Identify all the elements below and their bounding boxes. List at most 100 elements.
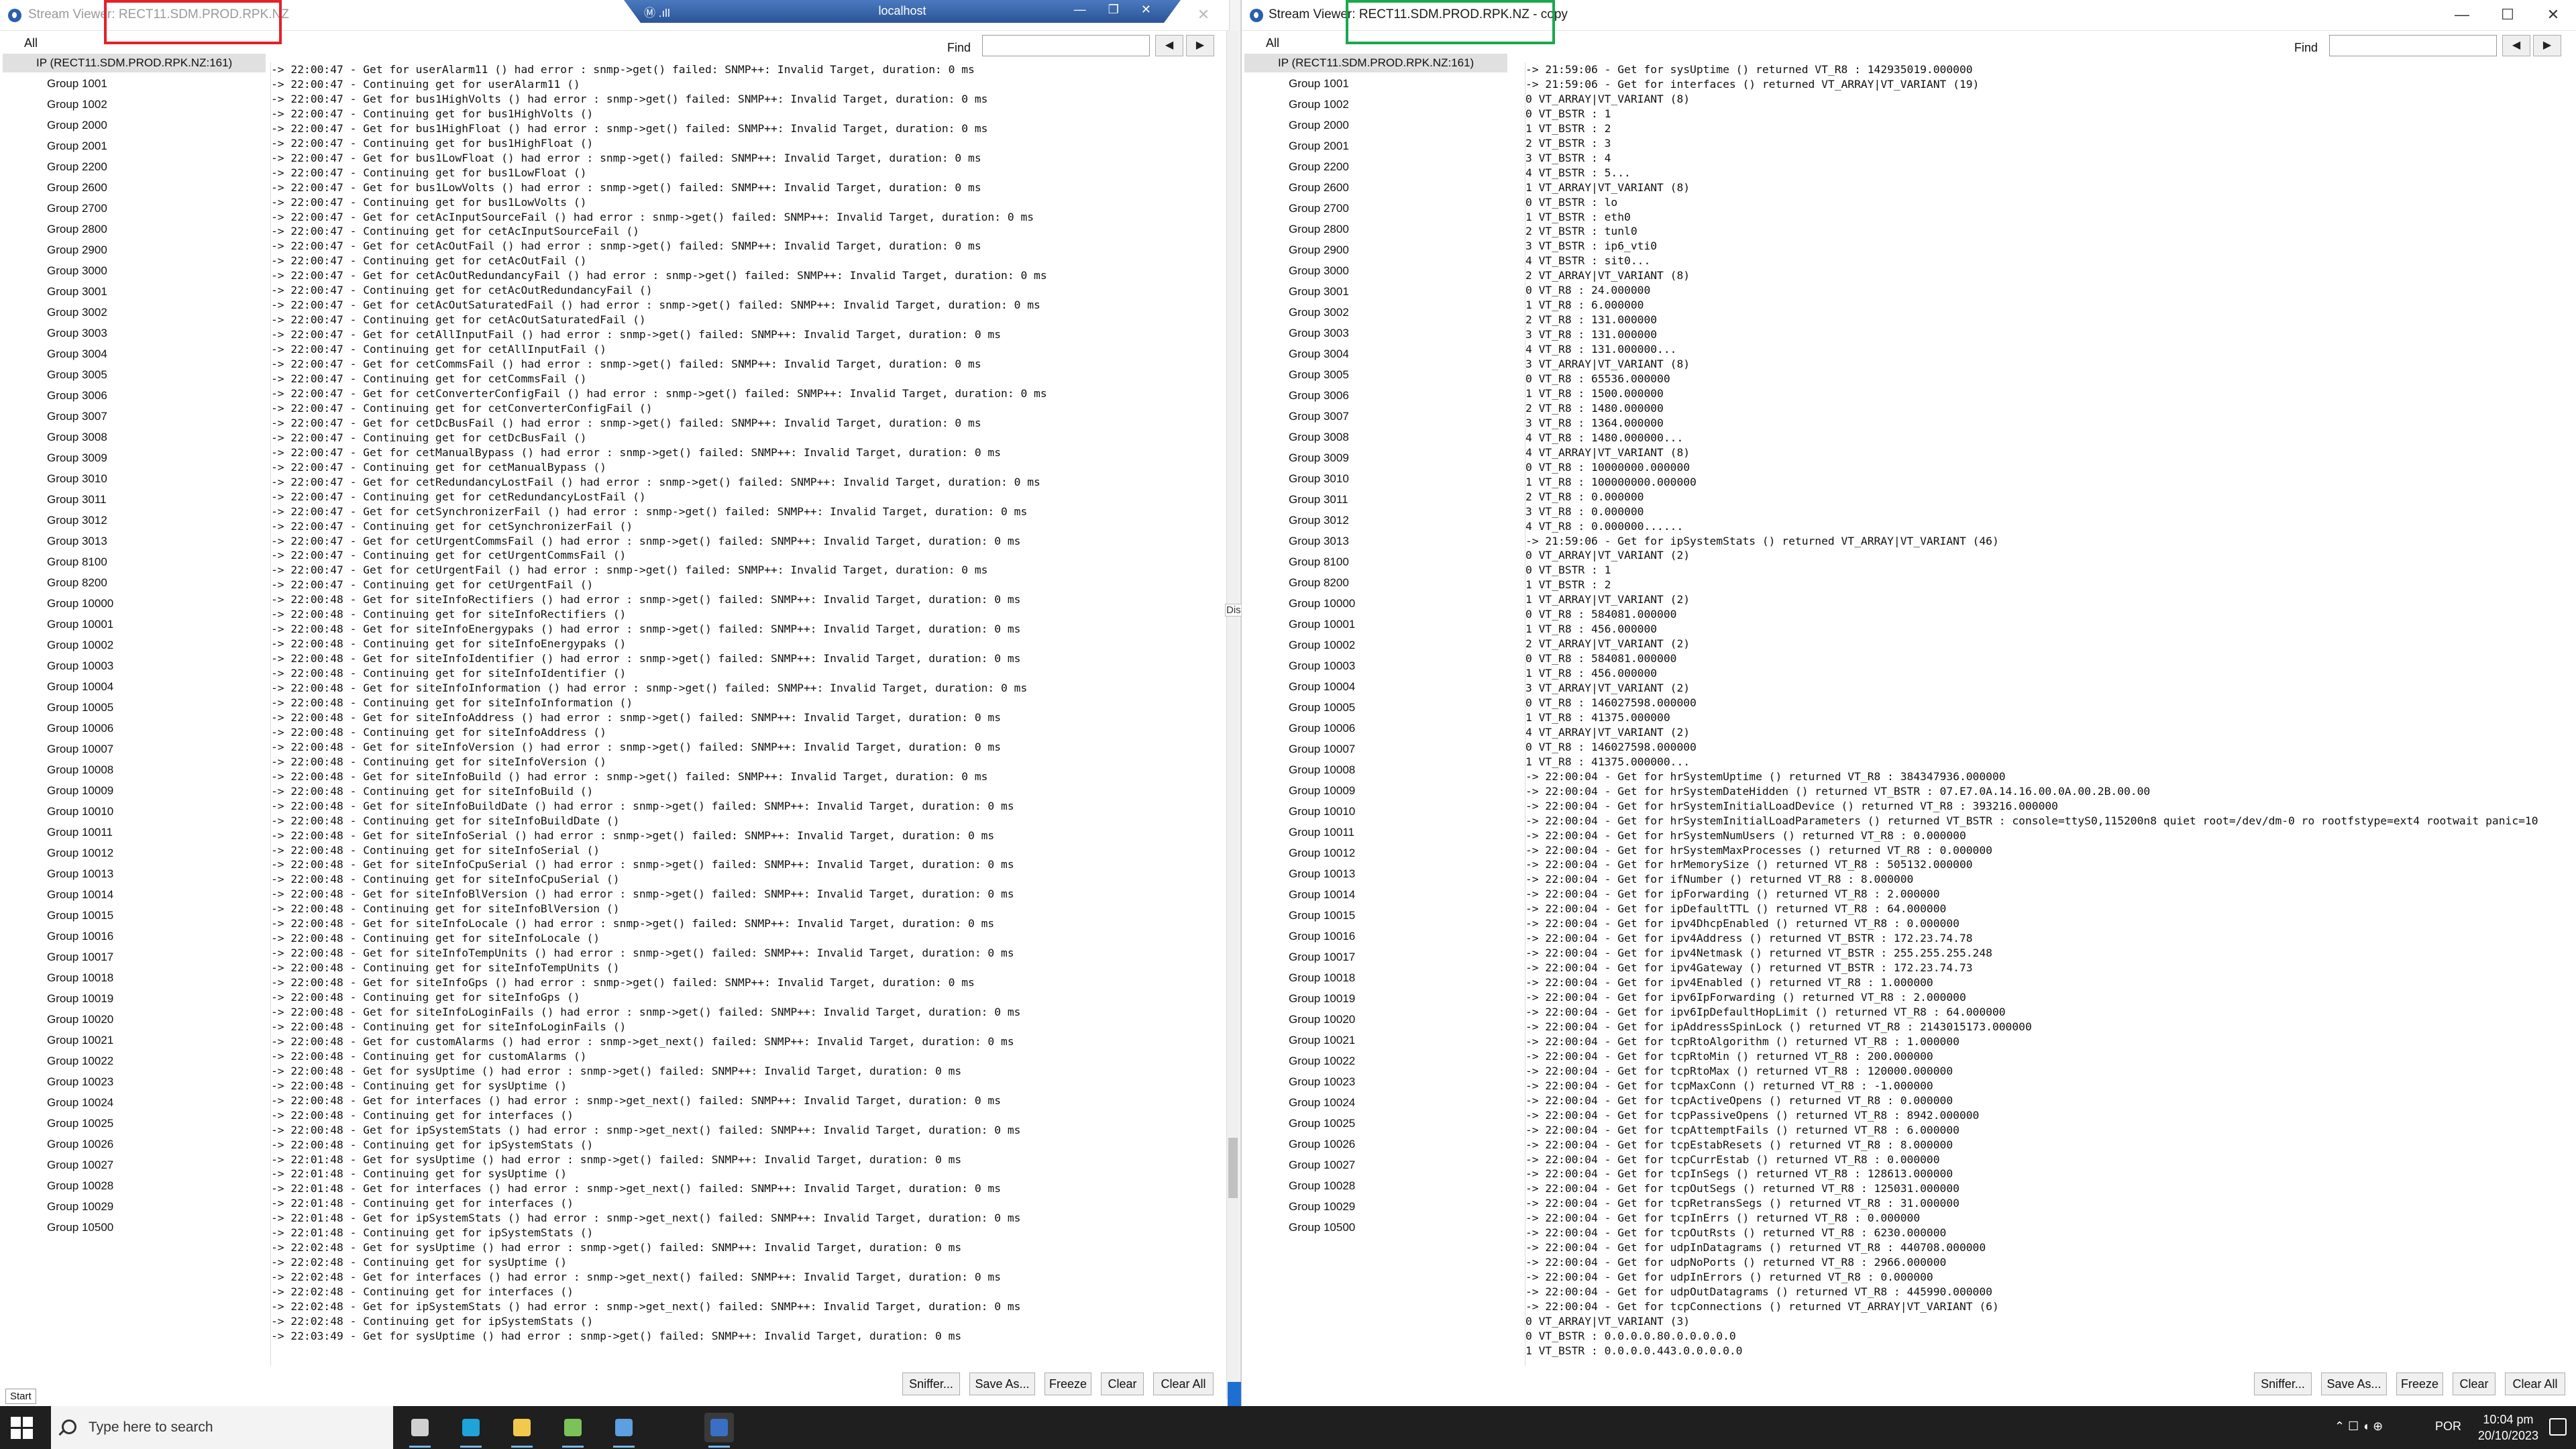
tree-group-item[interactable]: Group 2700 <box>1289 199 1349 219</box>
tree-group-item[interactable]: Group 2001 <box>47 136 107 156</box>
sniffer-button[interactable]: Sniffer... <box>902 1373 960 1395</box>
tree-group-item[interactable]: Group 3013 <box>1289 531 1349 551</box>
tree-group-item[interactable]: Group 2700 <box>47 199 107 219</box>
windows-start-icon[interactable] <box>11 1417 34 1440</box>
tree-group-item[interactable]: Group 3002 <box>1289 303 1349 323</box>
tree-group-item[interactable]: Group 10027 <box>1289 1155 1355 1175</box>
maximize-icon[interactable]: ☐ <box>2485 0 2530 31</box>
tree-group-item[interactable]: Group 3001 <box>47 282 107 302</box>
tree-group-item[interactable]: Group 3008 <box>47 427 107 447</box>
tree-group-item[interactable]: Group 10008 <box>1289 760 1355 780</box>
tree-group-item[interactable]: Group 10000 <box>47 594 113 614</box>
tree-group-item[interactable]: Group 10008 <box>47 760 113 780</box>
freeze-button[interactable]: Freeze <box>2396 1373 2443 1395</box>
tree-group-item[interactable]: Group 3001 <box>1289 282 1349 302</box>
tree-group-item[interactable]: Group 10020 <box>47 1010 113 1030</box>
tree-group-item[interactable]: Group 10013 <box>1289 864 1355 884</box>
tree-group-item[interactable]: Group 3013 <box>47 531 107 551</box>
clear-button[interactable]: Clear <box>1101 1373 1144 1395</box>
remote-connection-bar[interactable]: Ⓜ .ıll localhost — ❐ ✕ <box>624 0 1181 23</box>
tree-group-item[interactable]: Group 2600 <box>47 178 107 198</box>
freeze-button[interactable]: Freeze <box>1044 1373 1091 1395</box>
tree-root-item[interactable]: IP (RECT11.SDM.PROD.RPK.NZ:161) <box>1244 54 1507 72</box>
tree-group-item[interactable]: Group 10012 <box>47 843 113 863</box>
tree-group-item[interactable]: Group 10024 <box>1289 1093 1355 1113</box>
tree-group-item[interactable]: Group 10500 <box>1289 1218 1355 1238</box>
tree-group-item[interactable]: Group 10015 <box>47 906 113 926</box>
edge-taskbar-icon[interactable] <box>456 1413 486 1448</box>
tree-group-item[interactable]: Group 3004 <box>1289 344 1349 364</box>
tree-group-item[interactable]: Group 10022 <box>1289 1051 1355 1071</box>
find-prev-button[interactable]: ◀ <box>2502 35 2530 56</box>
tree-group-item[interactable]: Group 10017 <box>1289 947 1355 967</box>
tree-group-item[interactable]: Group 2200 <box>1289 157 1349 177</box>
tree-group-item[interactable]: Group 1002 <box>47 95 107 115</box>
tree-group-item[interactable]: Group 10027 <box>47 1155 113 1175</box>
tree-group-item[interactable]: Group 10001 <box>1289 614 1355 635</box>
tree-group-item[interactable]: Group 3009 <box>1289 448 1349 468</box>
remote-bar-controls[interactable]: — ❐ ✕ <box>1074 3 1161 17</box>
tree-group-item[interactable]: Group 10004 <box>1289 677 1355 697</box>
tree-group-item[interactable]: Group 2900 <box>47 240 107 260</box>
tree-group-item[interactable]: Group 10011 <box>1289 822 1354 843</box>
tree-group-item[interactable]: Group 10025 <box>47 1114 113 1134</box>
tree-group-item[interactable]: Group 3007 <box>47 407 107 427</box>
tree-group-item[interactable]: Group 10006 <box>47 718 113 739</box>
tree-group-item[interactable]: Group 10003 <box>47 656 113 676</box>
tree-group-item[interactable]: Group 3012 <box>1289 511 1349 531</box>
tree-group-item[interactable]: Group 10024 <box>47 1093 113 1113</box>
tree-group-item[interactable]: Group 10012 <box>1289 843 1355 863</box>
tree-group-item[interactable]: Group 2000 <box>1289 115 1349 136</box>
tree-group-item[interactable]: Group 3008 <box>1289 427 1349 447</box>
tree-group-item[interactable]: Group 10014 <box>1289 885 1355 905</box>
tree-group-item[interactable]: Group 10007 <box>1289 739 1355 759</box>
scrollbar[interactable] <box>1226 31 1238 1399</box>
tree-group-item[interactable]: Group 10026 <box>1289 1134 1355 1155</box>
tree-group-item[interactable]: Group 10016 <box>47 926 113 947</box>
tree-group-item[interactable]: Group 10009 <box>1289 781 1355 801</box>
tree-group-item[interactable]: Group 10021 <box>1289 1030 1355 1051</box>
sniffer-button[interactable]: Sniffer... <box>2254 1373 2312 1395</box>
tree-group-item[interactable]: Group 2200 <box>47 157 107 177</box>
tree-group-item[interactable]: Group 8100 <box>47 552 107 572</box>
tree-group-item[interactable]: Group 8200 <box>47 573 107 593</box>
tree-group-item[interactable]: Group 2600 <box>1289 178 1349 198</box>
close-icon[interactable]: ✕ <box>1181 0 1226 31</box>
clear-button[interactable]: Clear <box>2453 1373 2496 1395</box>
tree-group-item[interactable]: Group 10003 <box>1289 656 1355 676</box>
tree-group-item[interactable]: Group 2800 <box>1289 219 1349 239</box>
tree-group-item[interactable]: Group 10019 <box>47 989 113 1009</box>
notepad-plus-taskbar-icon[interactable] <box>558 1413 588 1448</box>
tree-group-item[interactable]: Group 2001 <box>1289 136 1349 156</box>
tree-group-item[interactable]: Group 3009 <box>47 448 107 468</box>
tree-group-item[interactable]: Group 10015 <box>1289 906 1355 926</box>
tree-root-item[interactable]: IP (RECT11.SDM.PROD.RPK.NZ:161) <box>3 54 266 72</box>
tree-group-item[interactable]: Group 10009 <box>47 781 113 801</box>
tree-group-item[interactable]: Group 10014 <box>47 885 113 905</box>
language-indicator[interactable]: POR <box>2435 1419 2461 1434</box>
tree-group-item[interactable]: Group 2000 <box>47 115 107 136</box>
scrollbar-thumb[interactable] <box>1228 1138 1238 1198</box>
tree-group-item[interactable]: Group 10029 <box>1289 1197 1355 1217</box>
tree-group-item[interactable]: Group 10007 <box>47 739 113 759</box>
tree-group-item[interactable]: Group 3000 <box>1289 261 1349 281</box>
tree-group-item[interactable]: Group 10023 <box>1289 1072 1355 1092</box>
tree-group-item[interactable]: Group 3011 <box>47 490 107 510</box>
tree-group-item[interactable]: Group 3002 <box>47 303 107 323</box>
taskbar-search-box[interactable]: Type here to search <box>51 1406 393 1449</box>
log-pane[interactable]: -> 21:59:06 - Get for sysUptime () retur… <box>1525 62 2576 1366</box>
tree-group-item[interactable]: Group 1001 <box>1289 74 1349 94</box>
tree-group-item[interactable]: Group 10002 <box>1289 635 1355 655</box>
all-filter-label[interactable]: All <box>24 36 38 50</box>
stream-viewer-taskbar-icon[interactable] <box>704 1413 734 1448</box>
tree-group-item[interactable]: Group 3000 <box>47 261 107 281</box>
find-prev-button[interactable]: ◀ <box>1155 35 1183 56</box>
tree-group-item[interactable]: Group 1002 <box>1289 95 1349 115</box>
tree-group-item[interactable]: Group 10026 <box>47 1134 113 1155</box>
tree-group-item[interactable]: Group 10022 <box>47 1051 113 1071</box>
tree-group-item[interactable]: Group 3010 <box>47 469 107 489</box>
tree-group-item[interactable]: Group 10028 <box>1289 1176 1355 1196</box>
tree-group-item[interactable]: Group 10002 <box>47 635 113 655</box>
tree-group-item[interactable]: Group 10006 <box>1289 718 1355 739</box>
close-icon[interactable]: ✕ <box>2530 0 2576 31</box>
